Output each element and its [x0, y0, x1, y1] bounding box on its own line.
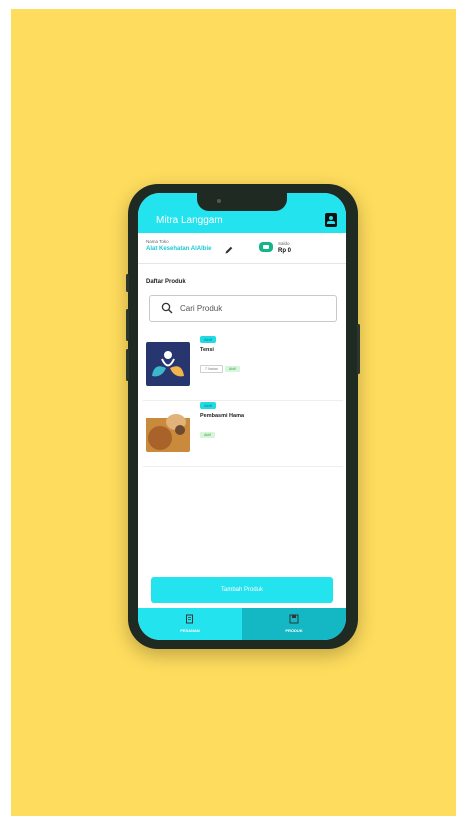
product-card[interactable]: Aktif Pembasmi Hama Aktif [143, 400, 343, 467]
app-title: Mitra Langgam [156, 215, 223, 226]
status-badge: Aktif [200, 402, 216, 409]
search-box[interactable] [149, 295, 337, 322]
saldo-label: Saldo [278, 241, 290, 246]
store-name: Alat Kesehatan AlAlbie [146, 246, 212, 252]
variant-chip: 7 Varian [200, 365, 223, 373]
search-input[interactable] [180, 301, 325, 315]
bottom-nav: PESANAN PRODUK [138, 608, 346, 640]
product-image-pembasmi-hama [146, 408, 190, 452]
store-label: Nama Toko [146, 239, 169, 244]
store-info-row: Nama Toko Alat Kesehatan AlAlbie Saldo R… [138, 233, 346, 264]
nav-item-pesanan[interactable]: PESANAN [138, 608, 242, 640]
product-image-tensi [146, 342, 190, 386]
nav-label-pesanan: PESANAN [180, 628, 200, 633]
phone-frame: Mitra Langgam Nama Toko Alat Kesehatan A… [126, 184, 360, 649]
section-title: Daftar Produk [146, 279, 186, 285]
product-card[interactable]: Aktif Tensi 7 Varian Aktif [143, 334, 343, 401]
nav-label-produk: PRODUK [285, 628, 303, 633]
status-badge: Aktif [200, 336, 216, 343]
search-icon [161, 302, 173, 314]
add-product-button[interactable]: Tambah Produk [151, 577, 333, 603]
wallet-icon [259, 242, 273, 252]
saldo-value: Rp 0 [278, 248, 292, 254]
account-box-icon[interactable] [325, 213, 337, 227]
pencil-icon[interactable] [224, 245, 234, 255]
product-name: Tensi [200, 347, 214, 353]
order-icon [186, 614, 193, 624]
nav-item-produk[interactable]: PRODUK [242, 608, 346, 640]
notch [197, 193, 287, 211]
active-chip: Aktif [224, 366, 240, 372]
app-screen: Mitra Langgam Nama Toko Alat Kesehatan A… [138, 193, 346, 640]
product-icon [289, 614, 299, 624]
active-chip: Aktif [200, 432, 215, 438]
product-name: Pembasmi Hama [200, 413, 245, 419]
